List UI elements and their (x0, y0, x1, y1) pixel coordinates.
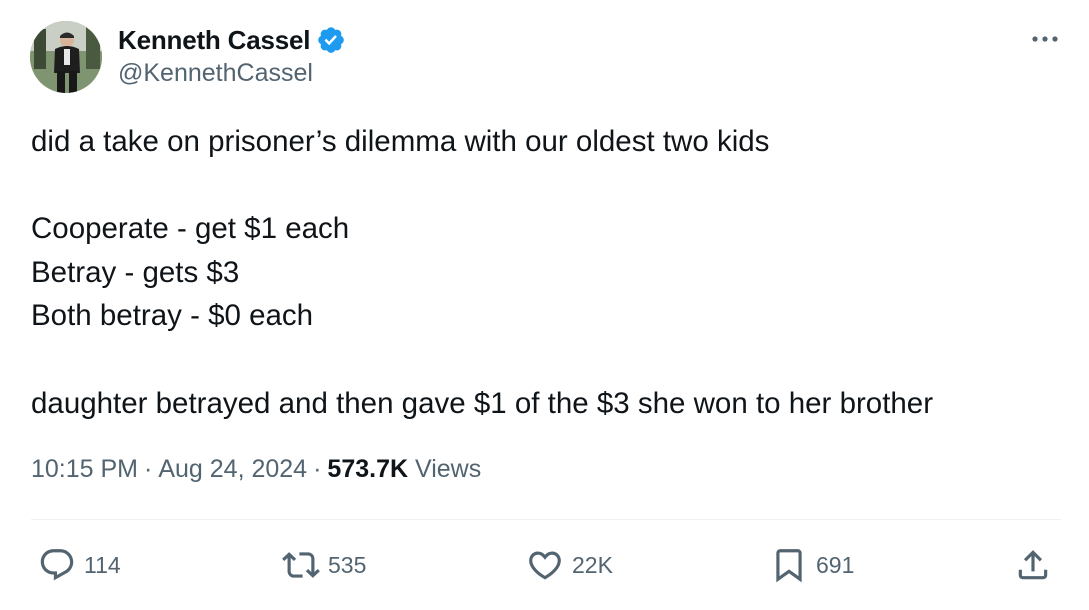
tweet-text-line: did a take on prisoner’s dilemma with ou… (31, 125, 770, 158)
author-handle[interactable]: @KennethCassel (118, 59, 313, 88)
tweet-text-line: Betray - gets $3 (31, 255, 240, 289)
share-button[interactable] (1014, 540, 1052, 590)
repost-icon (282, 546, 320, 584)
more-icon[interactable] (1028, 28, 1062, 50)
verified-badge-icon[interactable] (316, 25, 346, 55)
bookmark-count: 691 (816, 551, 855, 578)
divider (31, 519, 1061, 520)
reply-count: 114 (84, 551, 121, 578)
meta-separator: · (313, 455, 322, 483)
author-display-name[interactable]: Kenneth Cassel (118, 25, 310, 56)
bookmark-icon (770, 546, 808, 584)
views-count[interactable]: 573.7K (327, 455, 408, 483)
like-count: 22K (572, 551, 613, 578)
action-bar: 114 535 22K 691 (0, 540, 1089, 590)
like-button[interactable]: 22K (526, 540, 613, 590)
views-label[interactable]: Views (415, 455, 481, 483)
repost-count: 535 (328, 551, 367, 578)
tweet-text-line: daughter betrayed and then gave $1 of th… (31, 386, 934, 420)
share-icon (1014, 546, 1052, 584)
tweet-text-line: Both betray - $0 each (31, 299, 314, 333)
tweet-date[interactable]: Aug 24, 2024 (158, 455, 307, 483)
tweet-text-line: Cooperate - get $1 each (31, 212, 350, 246)
tweet-text-line (31, 164, 1051, 208)
like-icon (526, 546, 564, 584)
reply-icon (38, 546, 76, 584)
avatar[interactable] (30, 21, 102, 93)
tweet-time[interactable]: 10:15 PM (31, 455, 138, 483)
reply-button[interactable]: 114 (38, 540, 121, 590)
bookmark-button[interactable]: 691 (770, 540, 854, 590)
tweet-card: Kenneth Cassel @KennethCassel did a take… (0, 0, 1089, 610)
author-name-row: Kenneth Cassel (118, 22, 346, 58)
repost-button[interactable]: 535 (282, 540, 366, 590)
tweet-text: did a take on prisoner’s dilemma with ou… (31, 120, 1051, 425)
meta-separator: · (144, 455, 153, 483)
tweet-text-line (31, 338, 1051, 382)
tweet-meta: 10:15 PM · Aug 24, 2024 · 573.7K Views (31, 455, 481, 484)
